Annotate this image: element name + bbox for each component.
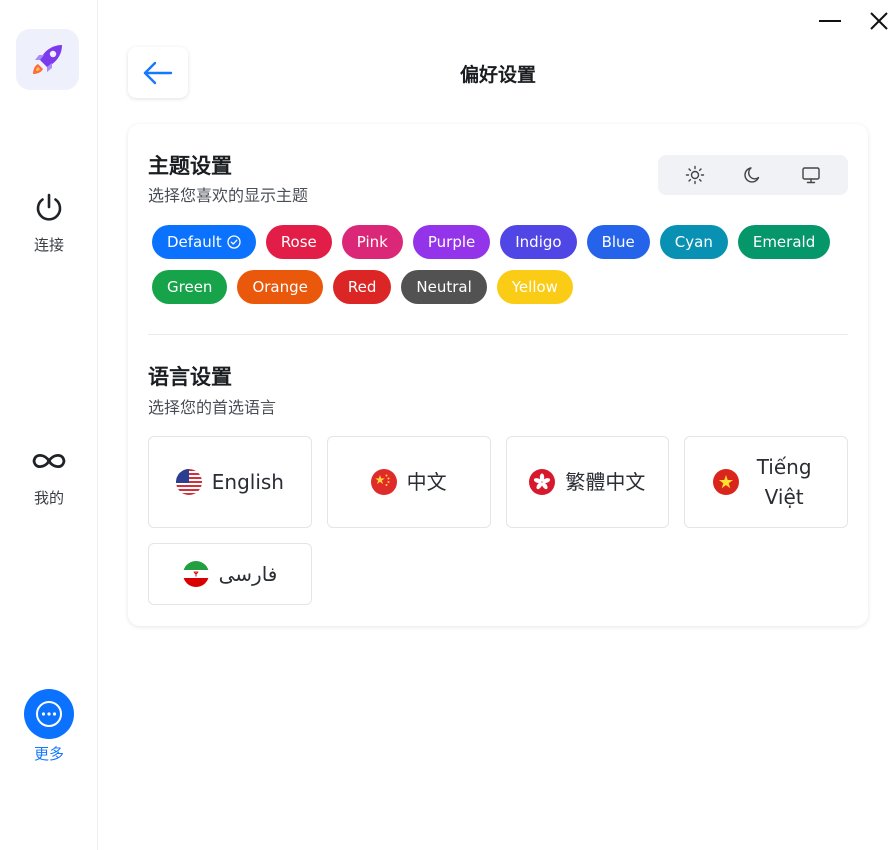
moon-icon xyxy=(744,167,760,183)
sidebar-item-mine[interactable]: 我的 xyxy=(0,441,98,508)
chip-label: Pink xyxy=(356,233,388,251)
chip-label: Yellow xyxy=(511,278,558,296)
us-flag-icon xyxy=(175,469,202,495)
sun-icon xyxy=(685,165,705,185)
cn-flag-icon xyxy=(370,469,397,495)
theme-chip-orange[interactable]: Orange xyxy=(237,270,323,304)
language-label: 中文 xyxy=(406,470,447,494)
theme-section-title: 主题设置 xyxy=(148,154,232,178)
sidebar: 连接 我的 更多 xyxy=(0,0,98,850)
theme-section-subtitle: 选择您喜欢的显示主题 xyxy=(148,186,309,205)
close-icon xyxy=(870,12,888,30)
check-circle-icon xyxy=(227,235,241,249)
chip-label: Red xyxy=(347,278,377,296)
chip-label: Indigo xyxy=(515,233,562,251)
language-label: فارسی xyxy=(218,562,278,586)
arrow-left-icon xyxy=(143,61,173,84)
power-icon xyxy=(29,188,69,228)
light-mode-button[interactable] xyxy=(675,159,715,191)
language-label: English xyxy=(211,470,284,494)
infinity-icon xyxy=(29,441,69,481)
theme-chip-default[interactable]: Default xyxy=(152,225,256,259)
system-mode-button[interactable] xyxy=(791,159,831,191)
language-list: English 中文 繁體中文 Tiếng Việt فارسی xyxy=(148,436,848,620)
language-section-subtitle: 选择您的首选语言 xyxy=(148,398,277,417)
chip-label: Green xyxy=(167,278,213,296)
sidebar-item-label: 我的 xyxy=(33,489,64,507)
page-title: 偏好设置 xyxy=(459,64,536,86)
language-option-vietnamese[interactable]: Tiếng Việt xyxy=(684,436,848,528)
theme-chip-rose[interactable]: Rose xyxy=(265,225,332,259)
close-button[interactable] xyxy=(866,8,892,34)
settings-card: 主题设置 选择您喜欢的显示主题 Default Rose Pink Purple… xyxy=(128,124,868,626)
theme-chip-emerald[interactable]: Emerald xyxy=(737,225,831,259)
sidebar-item-more[interactable]: 更多 xyxy=(0,689,98,764)
sidebar-item-label: 更多 xyxy=(33,745,64,763)
vn-flag-icon xyxy=(713,469,740,495)
hk-flag-icon xyxy=(529,469,556,495)
chip-label: Default xyxy=(167,233,222,251)
language-option-persian[interactable]: فارسی xyxy=(148,543,312,605)
theme-chip-red[interactable]: Red xyxy=(332,270,392,304)
chip-label: Emerald xyxy=(752,233,816,251)
language-option-english[interactable]: English xyxy=(148,436,312,528)
ir-flag-icon xyxy=(182,561,209,587)
chip-label: Purple xyxy=(427,233,476,251)
section-divider xyxy=(148,334,848,335)
chip-label: Neutral xyxy=(416,278,472,296)
language-label: 繁體中文 xyxy=(565,470,646,494)
theme-chip-blue[interactable]: Blue xyxy=(586,225,650,259)
language-option-traditional-chinese[interactable]: 繁體中文 xyxy=(505,436,670,528)
more-icon xyxy=(24,689,74,739)
minimize-icon xyxy=(819,20,841,22)
language-option-chinese[interactable]: 中文 xyxy=(326,436,491,528)
theme-mode-switch xyxy=(658,155,848,195)
theme-chip-cyan[interactable]: Cyan xyxy=(659,225,728,259)
theme-color-list: Default Rose Pink Purple Indigo Blue Cya… xyxy=(152,225,852,315)
theme-chip-pink[interactable]: Pink xyxy=(341,225,403,259)
minimize-button[interactable] xyxy=(817,8,843,34)
chip-label: Blue xyxy=(601,233,635,251)
rocket-icon xyxy=(32,44,62,74)
chip-label: Orange xyxy=(252,278,308,296)
sidebar-item-label: 连接 xyxy=(33,236,64,254)
back-button[interactable] xyxy=(128,47,188,98)
theme-chip-green[interactable]: Green xyxy=(152,270,228,304)
language-section-title: 语言设置 xyxy=(148,365,232,389)
theme-chip-neutral[interactable]: Neutral xyxy=(401,270,487,304)
dark-mode-button[interactable] xyxy=(733,159,773,191)
chip-label: Rose xyxy=(280,233,317,251)
language-label: Tiếng Việt xyxy=(756,455,812,509)
monitor-icon xyxy=(802,167,820,184)
sidebar-item-connect[interactable]: 连接 xyxy=(0,188,98,255)
app-logo xyxy=(16,29,79,90)
theme-chip-yellow[interactable]: Yellow xyxy=(496,270,573,304)
chip-label: Cyan xyxy=(674,233,713,251)
theme-chip-purple[interactable]: Purple xyxy=(412,225,491,259)
theme-chip-indigo[interactable]: Indigo xyxy=(500,225,577,259)
